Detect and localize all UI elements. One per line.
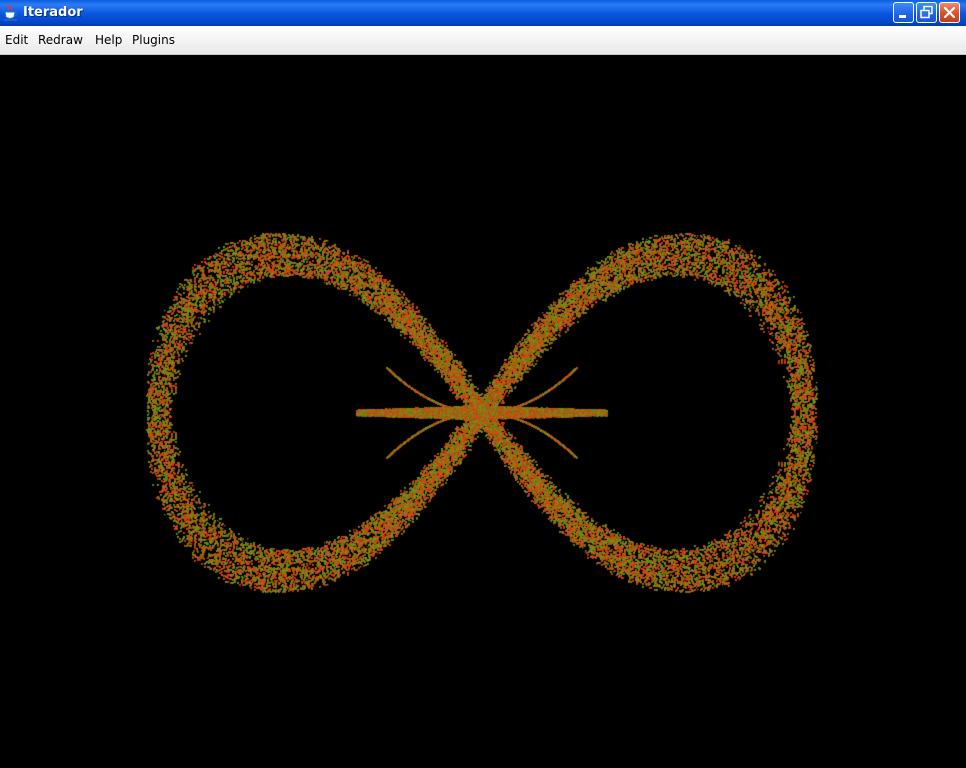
fractal-canvas[interactable]: [0, 55, 966, 768]
title-bar: Iterador: [0, 0, 966, 26]
minimize-button[interactable]: [893, 2, 914, 23]
menu-bar: Edit Redraw Help Plugins: [0, 26, 966, 55]
minimize-icon: [899, 15, 906, 18]
restore-icon: [920, 5, 933, 19]
close-button[interactable]: [939, 2, 960, 23]
menu-help[interactable]: Help: [95, 33, 122, 47]
drawing-canvas-area[interactable]: [0, 55, 966, 768]
close-icon: [943, 6, 956, 19]
menu-redraw[interactable]: Redraw: [38, 33, 83, 47]
menu-edit[interactable]: Edit: [5, 33, 28, 47]
window-title: Iterador: [23, 5, 83, 20]
java-cup-icon[interactable]: [3, 4, 19, 22]
menu-plugins[interactable]: Plugins: [132, 33, 175, 47]
restore-button[interactable]: [916, 2, 937, 23]
